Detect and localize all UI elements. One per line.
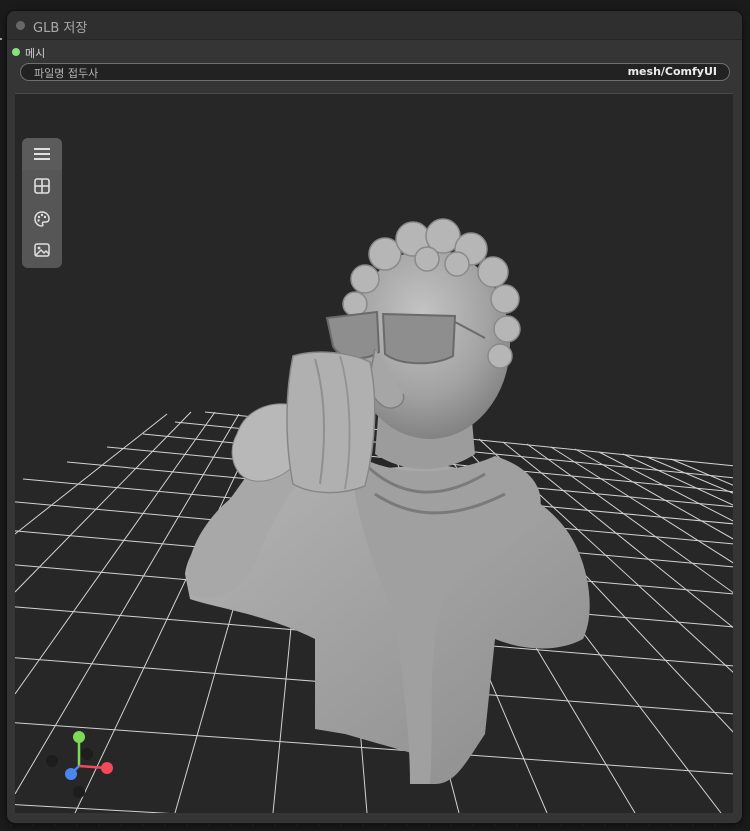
menu-button[interactable]	[22, 138, 62, 170]
export-image-button[interactable]	[22, 235, 62, 265]
x-axis-handle[interactable]	[101, 762, 113, 774]
palette-icon	[34, 211, 50, 227]
neg-x-handle[interactable]	[46, 755, 58, 767]
bust-model	[185, 218, 590, 784]
3d-viewport[interactable]	[15, 93, 733, 813]
z-axis-handle[interactable]	[65, 768, 77, 780]
filename-prefix-field[interactable]: 파일명 접두사 mesh/ComfyUI	[20, 63, 730, 81]
3d-scene	[15, 218, 733, 813]
input-slot-label: 메시	[25, 47, 46, 60]
menu-icon	[34, 148, 50, 160]
viewer-toolbar	[22, 138, 62, 268]
y-axis-handle[interactable]	[73, 731, 85, 743]
node-title-bar[interactable]: GLB 저장	[7, 11, 742, 40]
save-glb-node[interactable]: GLB 저장 메시 파일명 접두사 mesh/ComfyUI	[7, 11, 742, 823]
input-link-wire	[0, 38, 2, 40]
input-slot-dot-icon[interactable]	[12, 48, 20, 56]
collapse-dot-icon[interactable]	[16, 21, 25, 30]
neg-y-handle[interactable]	[73, 786, 85, 798]
image-icon	[34, 243, 50, 257]
node-title: GLB 저장	[33, 21, 88, 36]
neg-z-handle[interactable]	[81, 748, 93, 760]
grid-icon	[34, 178, 50, 194]
background-color-button[interactable]	[22, 204, 62, 234]
filename-prefix-label: 파일명 접두사	[34, 67, 99, 80]
grid-toggle-button[interactable]	[22, 171, 62, 201]
filename-prefix-value[interactable]: mesh/ComfyUI	[628, 65, 717, 78]
axis-gizmo[interactable]	[35, 724, 115, 804]
